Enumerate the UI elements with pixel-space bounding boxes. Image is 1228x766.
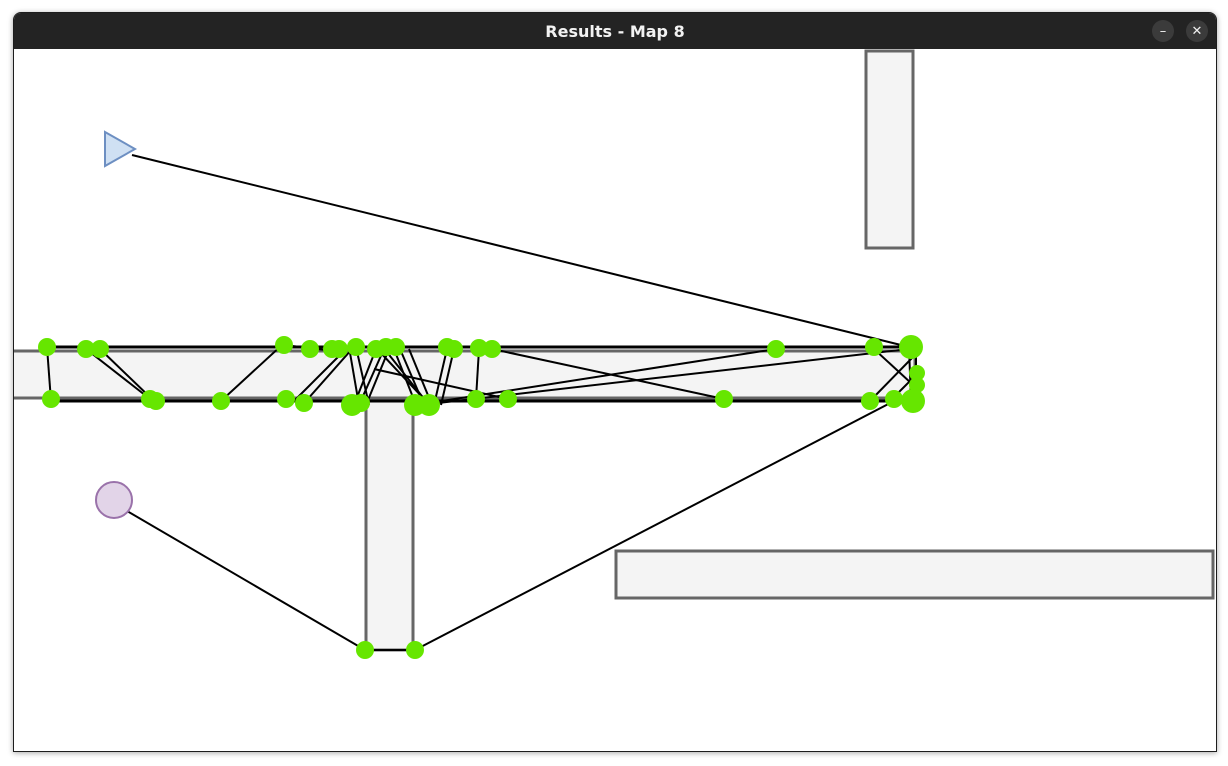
node <box>212 392 230 410</box>
node <box>330 340 348 358</box>
node <box>445 340 463 358</box>
node <box>275 336 293 354</box>
node <box>499 390 517 408</box>
node <box>406 641 424 659</box>
node <box>885 390 903 408</box>
node <box>295 394 313 412</box>
start-triangle-icon <box>104 130 138 168</box>
node <box>899 335 923 359</box>
obstacle-top-right <box>864 49 915 250</box>
node <box>91 340 109 358</box>
node <box>147 392 165 410</box>
close-icon: ✕ <box>1191 23 1203 39</box>
node <box>715 390 733 408</box>
results-window: Results - Map 8 – ✕ <box>13 12 1217 752</box>
map-canvas <box>14 49 1216 751</box>
node <box>467 390 485 408</box>
node <box>277 390 295 408</box>
close-button[interactable]: ✕ <box>1186 20 1208 42</box>
node <box>356 641 374 659</box>
map-svg <box>14 49 1215 659</box>
obstacle-bottom-right <box>614 549 1215 600</box>
node <box>38 338 56 356</box>
minimize-button[interactable]: – <box>1152 20 1174 42</box>
edge <box>131 154 910 348</box>
node <box>767 340 785 358</box>
minimize-icon: – <box>1159 23 1167 39</box>
node <box>901 389 925 413</box>
node <box>347 338 365 356</box>
node <box>418 394 440 416</box>
edge <box>126 510 366 651</box>
obstacles <box>14 49 1215 652</box>
node <box>483 340 501 358</box>
obstacle-vertical-corridor <box>364 396 415 652</box>
node <box>387 338 405 356</box>
node <box>352 394 370 412</box>
window-title: Results - Map 8 <box>545 21 685 41</box>
node <box>42 390 60 408</box>
node <box>301 340 319 358</box>
goal-circle-icon <box>95 481 133 519</box>
title-bar[interactable]: Results - Map 8 – ✕ <box>14 13 1216 49</box>
edge <box>414 400 895 651</box>
node <box>861 392 879 410</box>
node <box>865 338 883 356</box>
